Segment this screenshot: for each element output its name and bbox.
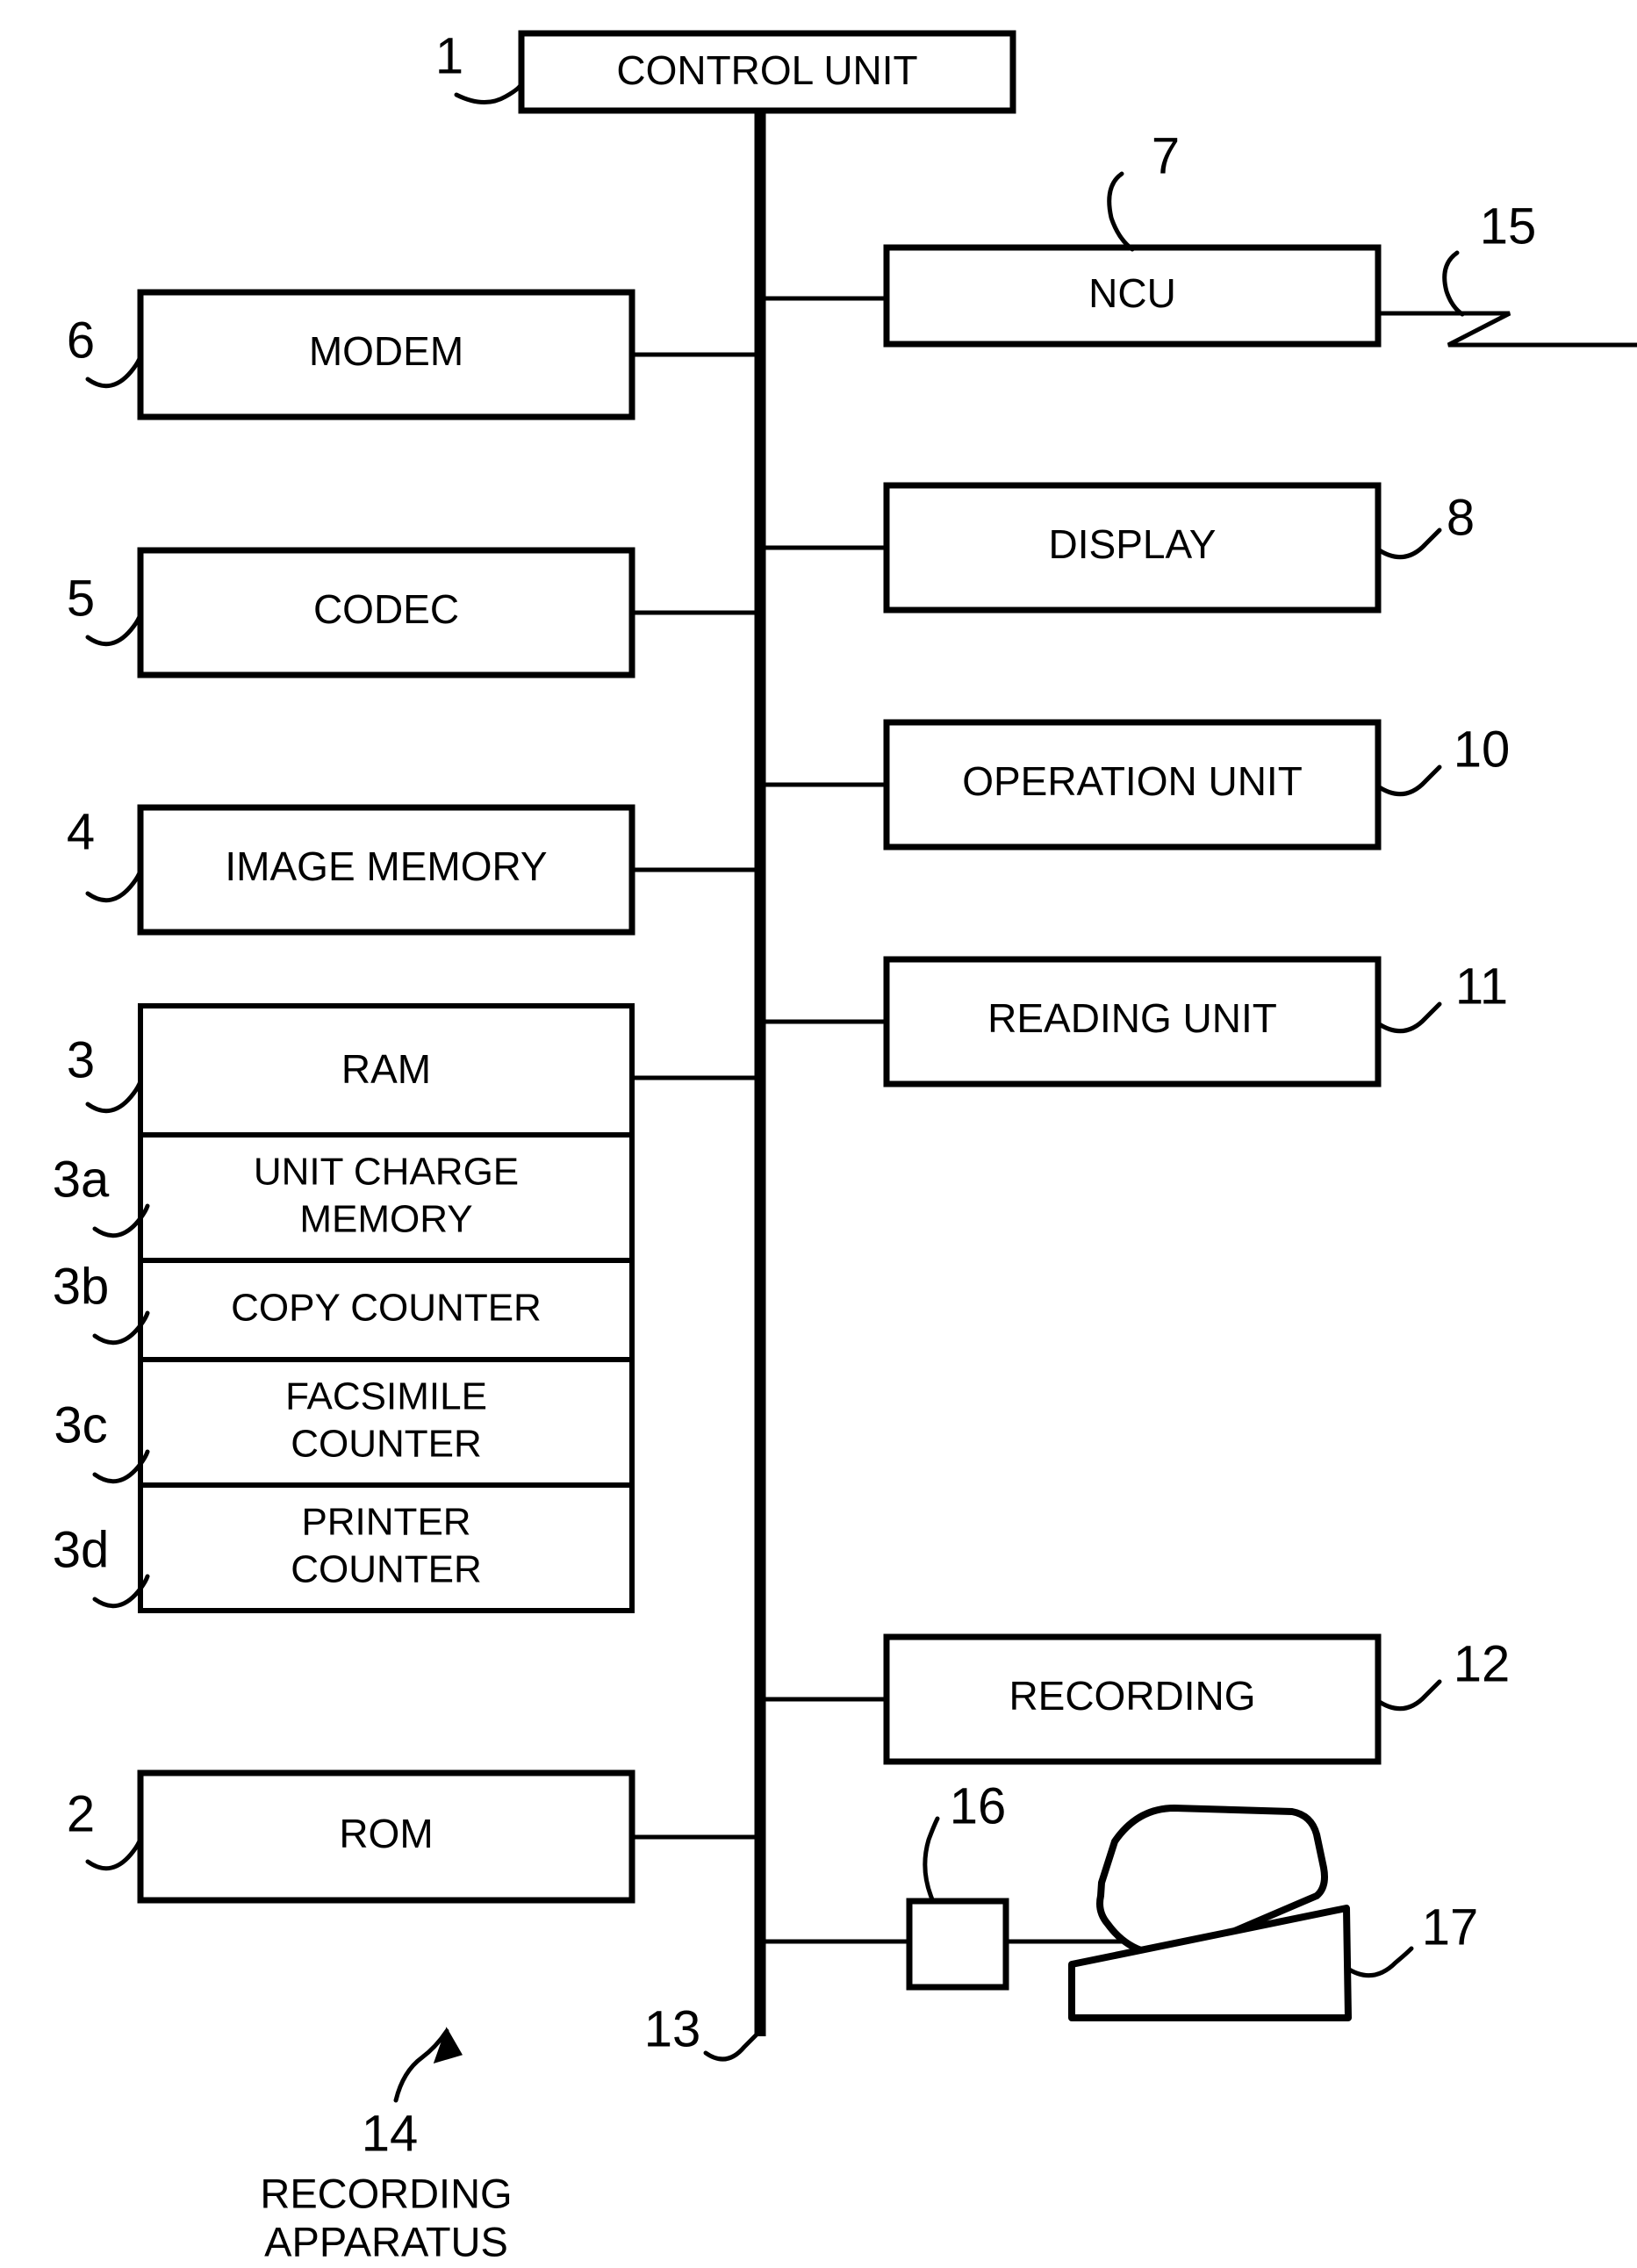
ref-num-reading-unit: 11	[1455, 958, 1508, 1015]
codec-label: CODEC	[313, 586, 459, 632]
facsimile-counter-label-line1: FACSIMILE	[285, 1375, 487, 1418]
block-display: DISPLAY	[760, 482, 1382, 614]
ref-num-operation-unit: 10	[1454, 721, 1511, 778]
block-ram-stack: RAM UNIT CHARGE MEMORY COPY COUNTER FACS…	[138, 1003, 760, 1613]
ref-leader-connector: 16	[923, 1777, 1007, 1902]
ref-leader-modem: 6	[67, 312, 143, 389]
modem-label: MODEM	[309, 328, 463, 374]
block-image-memory: IMAGE MEMORY	[137, 804, 760, 936]
rom-label: ROM	[339, 1811, 433, 1856]
block-operation-unit: OPERATION UNIT	[760, 719, 1382, 850]
recording-label: RECORDING	[1009, 1673, 1255, 1719]
ref-leader-ncu: 7	[1107, 127, 1180, 252]
ref-num-connector: 16	[950, 1777, 1007, 1834]
facsimile-counter-label-line2: COUNTER	[291, 1423, 482, 1466]
printer-counter-label-line1: PRINTER	[301, 1501, 470, 1544]
image-memory-label: IMAGE MEMORY	[225, 843, 547, 889]
ref-leader-copy-counter: 3b	[53, 1258, 150, 1346]
ref-num-copy-counter: 3b	[53, 1258, 110, 1315]
control-unit-label: CONTROL UNIT	[616, 47, 917, 93]
block-control-unit: CONTROL UNIT	[518, 30, 1016, 114]
ref-num-telephone-line: 15	[1480, 197, 1537, 255]
block-recording: RECORDING	[760, 1633, 1382, 1765]
block-rom: ROM	[137, 1769, 760, 1904]
block-modem: MODEM	[137, 289, 760, 420]
unit-charge-memory-label-line2: MEMORY	[299, 1198, 472, 1241]
figure-caption-arrow	[393, 2027, 463, 2103]
block-reading-unit: READING UNIT	[760, 956, 1382, 1087]
ref-num-recording-apparatus: 14	[362, 2105, 419, 2162]
ref-num-image-memory: 4	[67, 803, 95, 860]
ref-leader-telephone-line: 15	[1442, 197, 1537, 317]
ref-leader-unit-charge-memory: 3a	[53, 1151, 150, 1238]
ref-num-unit-charge-memory: 3a	[53, 1151, 110, 1208]
ref-leader-rom: 2	[67, 1785, 143, 1871]
ref-num-facsimile-counter: 3c	[54, 1396, 107, 1453]
telephone-line-symbol	[1378, 311, 1637, 348]
caption-line-2: APPARATUS	[264, 2218, 508, 2264]
caption-line-1: RECORDING	[260, 2170, 512, 2216]
patent-figure-block-diagram: CONTROL UNIT 1 MODEM 6 CODEC 5 IMAGE MEM…	[0, 0, 1637, 2268]
ncu-label: NCU	[1088, 270, 1176, 316]
ref-num-control-unit: 1	[435, 27, 463, 84]
figure-caption: 14 RECORDING APPARATUS	[260, 2105, 512, 2264]
ref-num-handset: 17	[1422, 1898, 1479, 1956]
operation-unit-label: OPERATION UNIT	[962, 758, 1303, 804]
ref-leader-printer-counter: 3d	[53, 1521, 150, 1609]
ref-leader-recording: 12	[1375, 1635, 1511, 1712]
reading-unit-label: READING UNIT	[987, 995, 1277, 1041]
ref-num-codec: 5	[67, 570, 95, 627]
ref-leader-operation-unit: 10	[1375, 721, 1511, 797]
display-label: DISPLAY	[1049, 521, 1217, 567]
ref-leader-display: 8	[1375, 489, 1475, 560]
ref-leader-ram: 3	[67, 1031, 143, 1114]
printer-counter-label-line2: COUNTER	[291, 1548, 482, 1591]
ref-leader-facsimile-counter: 3c	[54, 1396, 150, 1484]
ref-leader-codec: 5	[67, 570, 143, 647]
unit-charge-memory-label-line1: UNIT CHARGE	[254, 1151, 519, 1194]
copy-counter-label: COPY COUNTER	[231, 1287, 542, 1330]
ref-leader-reading-unit: 11	[1375, 958, 1508, 1034]
block-ncu: NCU	[760, 244, 1382, 348]
ref-num-recording: 12	[1454, 1635, 1511, 1692]
ref-leader-control-unit: 1	[435, 27, 524, 104]
ref-num-ncu: 7	[1152, 127, 1180, 184]
ref-leader-image-memory: 4	[67, 803, 143, 903]
ref-leader-bus: 13	[644, 2000, 761, 2062]
telephone-handset-icon	[1068, 1805, 1352, 2021]
ref-num-modem: 6	[67, 312, 95, 369]
ref-num-rom: 2	[67, 1785, 95, 1842]
ref-num-printer-counter: 3d	[53, 1521, 110, 1578]
ref-leader-handset: 17	[1344, 1898, 1479, 1978]
ram-label: RAM	[341, 1046, 431, 1092]
ref-num-ram: 3	[67, 1031, 95, 1088]
block-codec: CODEC	[137, 547, 760, 678]
ref-num-bus: 13	[644, 2000, 701, 2057]
ref-num-display: 8	[1447, 489, 1475, 546]
